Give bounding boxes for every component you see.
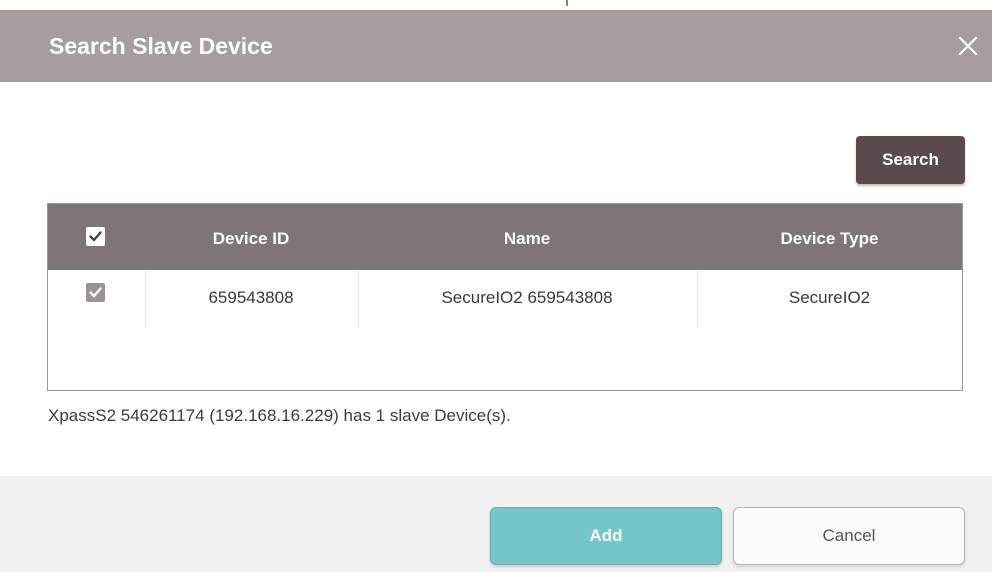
row-checkbox[interactable] [86, 283, 105, 302]
column-header-device-id[interactable]: Device ID [145, 204, 357, 270]
add-button[interactable]: Add [490, 507, 722, 565]
cell-name: SecureIO2 659543808 [441, 288, 613, 307]
dialog-title: Search Slave Device [49, 33, 273, 59]
cell-device-type: SecureIO2 [788, 288, 871, 307]
select-all-checkbox[interactable] [86, 227, 105, 246]
column-header-device-type[interactable]: Device Type [697, 204, 962, 270]
slave-count-status: XpassS2 546261174 (192.168.16.229) has 1… [48, 406, 511, 425]
close-icon-graphic [958, 36, 978, 56]
column-header-name[interactable]: Name [358, 204, 696, 270]
checkmark-icon [89, 231, 102, 242]
search-button[interactable]: Search [856, 136, 965, 184]
slave-device-table: Device ID Name Device Type 659543808 Sec… [47, 203, 963, 391]
dialog-header: Search Slave Device [0, 10, 992, 82]
cell-device-id: 659543808 [208, 288, 294, 307]
cancel-button[interactable]: Cancel [733, 507, 965, 565]
window-top-edge [0, 0, 992, 10]
top-edge-mark [566, 0, 568, 6]
table-header: Device ID Name Device Type [48, 204, 962, 270]
checkmark-icon [89, 287, 102, 298]
close-icon[interactable] [956, 34, 980, 58]
